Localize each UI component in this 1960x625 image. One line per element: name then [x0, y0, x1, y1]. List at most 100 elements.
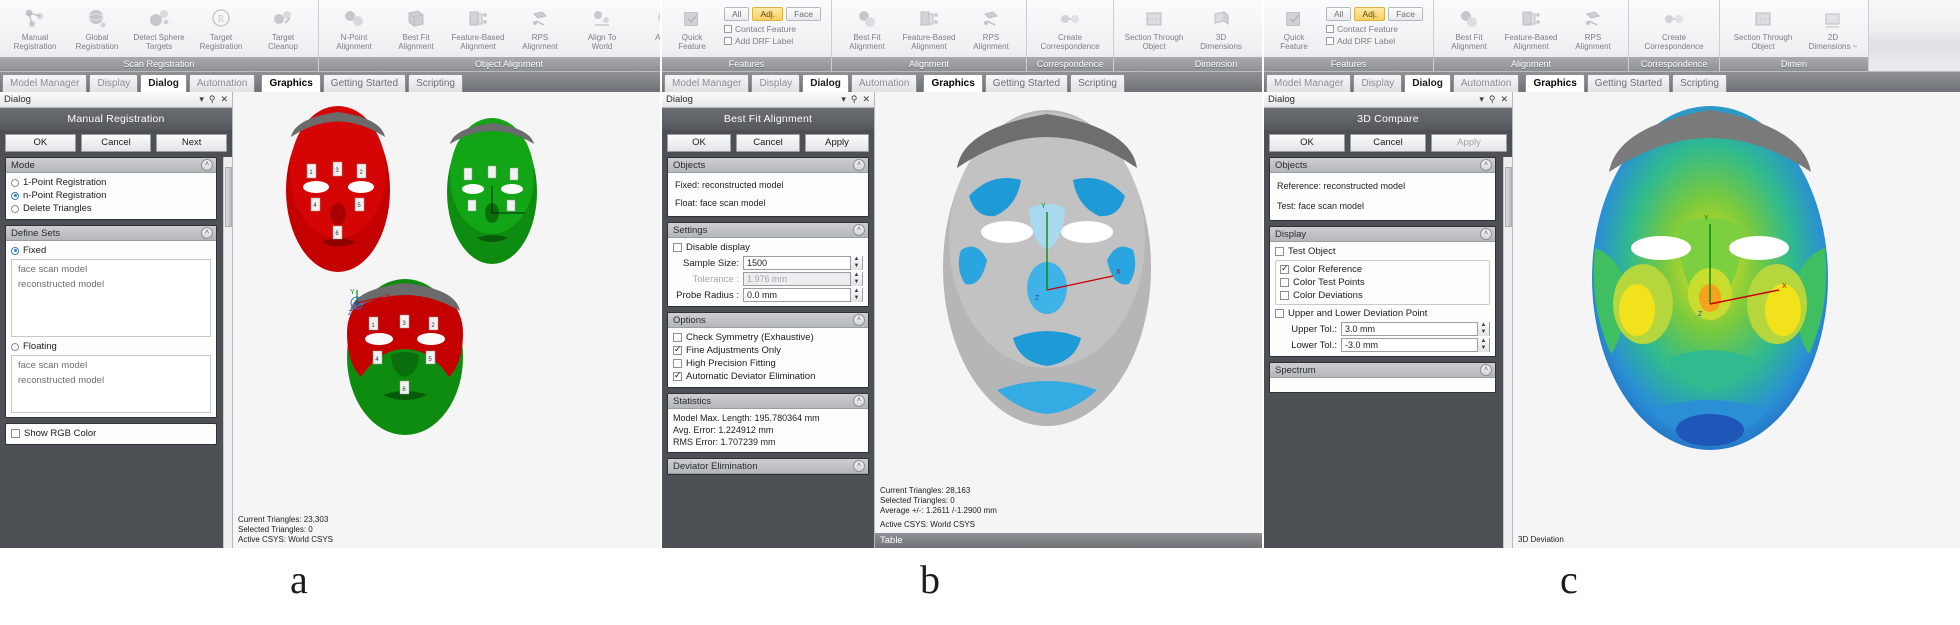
floating-set-listbox[interactable]: face scan model reconstructed model [11, 355, 211, 413]
group-header-objects[interactable]: Objects ˄ [668, 158, 868, 173]
tab-scripting[interactable]: Scripting [1070, 74, 1125, 92]
collapse-icon[interactable]: ˄ [853, 460, 865, 472]
ribbon-button-section-through-object[interactable]: Section Through Object [1724, 3, 1802, 51]
tab-automation[interactable]: Automation [850, 74, 918, 92]
collapse-icon[interactable]: ˄ [1480, 228, 1492, 240]
radio-delete-triangles[interactable]: Delete Triangles [11, 202, 211, 215]
ribbon-button-feature-based-alignment[interactable]: Feature-Based Alignment [898, 3, 960, 51]
ok-button[interactable]: OK [1269, 134, 1345, 152]
sample-size-input[interactable]: 1500 ▲ ▼ [743, 256, 863, 270]
ribbon-button-best-fit-alignment[interactable]: Best Fit Alignment [385, 3, 447, 51]
ribbon-button-create-correspondence[interactable]: Create Correspondence [1031, 3, 1109, 51]
close-icon[interactable]: ✕ [862, 95, 870, 104]
tab-automation[interactable]: Automation [188, 74, 256, 92]
tab-display[interactable]: Display [751, 74, 801, 92]
tab-scripting[interactable]: Scripting [1672, 74, 1727, 92]
collapse-icon[interactable]: ˄ [201, 227, 213, 239]
radio-1-point-registration[interactable]: 1-Point Registration [11, 176, 211, 189]
ribbon-button-global-registration[interactable]: Global Registration [66, 3, 128, 51]
tab-dialog[interactable]: Dialog [140, 74, 187, 92]
graphics-pane-b[interactable]: Y X Z Current Triangles: 28,163 Selected… [874, 92, 1262, 548]
group-header-settings[interactable]: Settings ˄ [668, 223, 868, 238]
ribbon-button-3d-dimensions[interactable]: 3D Dimensions [1190, 3, 1252, 51]
spinner-arrows[interactable]: ▲ ▼ [850, 272, 862, 286]
radio-fixed-set[interactable]: Fixed [11, 244, 211, 257]
group-header-objects[interactable]: Objects ˄ [1270, 158, 1495, 173]
group-header-spectrum[interactable]: Spectrum ˄ [1270, 363, 1495, 378]
checkbox-color-reference[interactable]: Color Reference [1280, 263, 1485, 276]
filter-all-button[interactable]: All [1326, 7, 1352, 21]
group-header-mode[interactable]: Mode ˄ [6, 158, 216, 173]
ribbon-button-create-correspondence[interactable]: Create Correspondence [1633, 3, 1715, 51]
group-header-options[interactable]: Options ˄ [668, 313, 868, 328]
ribbon-button-n-point-alignment[interactable]: N-Point Alignment [323, 3, 385, 51]
collapse-icon[interactable]: ˄ [853, 159, 865, 171]
graphics-pane-c[interactable]: Y X Z 3D Deviation [1512, 92, 1960, 548]
ribbon-button-best-fit-alignment[interactable]: Best Fit Alignment [836, 3, 898, 51]
tab-getting-started[interactable]: Getting Started [322, 74, 407, 92]
tab-automation[interactable]: Automation [1452, 74, 1520, 92]
radio-n-point-registration[interactable]: n-Point Registration [11, 189, 211, 202]
ribbon-button-2d-dimensions[interactable]: 2DDimensions [1252, 3, 1262, 51]
collapse-icon[interactable]: ˄ [1480, 364, 1492, 376]
checkbox-color-deviations[interactable]: Color Deviations [1280, 289, 1485, 302]
ok-button[interactable]: OK [667, 134, 731, 152]
apply-button[interactable]: Apply [1431, 134, 1507, 152]
list-item[interactable]: face scan model [12, 358, 210, 373]
tab-graphics[interactable]: Graphics [261, 74, 321, 92]
ribbon-button-feature-based-alignment[interactable]: Feature-Based Alignment [447, 3, 509, 51]
list-item[interactable]: reconstructed model [12, 277, 210, 292]
chevron-down-icon[interactable]: ▾ [1479, 95, 1484, 104]
ribbon-button-rps-alignment[interactable]: RPS Alignment [1562, 3, 1624, 51]
dialog-scrollbar[interactable] [223, 157, 232, 548]
close-icon[interactable]: ✕ [220, 95, 228, 104]
collapse-icon[interactable]: ˄ [853, 314, 865, 326]
checkbox-show-rgb-color[interactable]: Show RGB Color [11, 427, 211, 440]
list-item[interactable]: reconstructed model [12, 373, 210, 388]
spinner-arrows[interactable]: ▲ ▼ [850, 256, 862, 270]
tab-dialog[interactable]: Dialog [1404, 74, 1451, 92]
checkbox-add-drf-label[interactable]: Add DRF Label [724, 36, 821, 46]
collapse-icon[interactable]: ˄ [853, 395, 865, 407]
ribbon-button-rps-alignment[interactable]: RPS Alignment [960, 3, 1022, 51]
ribbon-button-rps-alignment[interactable]: RPS Alignment [509, 3, 571, 51]
cancel-button[interactable]: Cancel [1350, 134, 1426, 152]
table-tab-b[interactable]: Table [875, 533, 1262, 548]
group-header-deviator-elimination[interactable]: Deviator Elimination ˄ [668, 459, 868, 474]
ribbon-button-manual-registration[interactable]: Manual Registration [4, 3, 66, 51]
tab-graphics[interactable]: Graphics [1525, 74, 1585, 92]
spinner-arrows[interactable]: ▲ ▼ [1477, 322, 1489, 336]
scrollbar-thumb[interactable] [225, 167, 232, 227]
tab-scripting[interactable]: Scripting [408, 74, 463, 92]
ribbon-button-quick-feature[interactable]: Quick Feature [666, 3, 718, 51]
ribbon-button-align[interactable]: Align [633, 3, 660, 42]
ribbon-button-target-registration[interactable]: R Target Registration [190, 3, 252, 51]
ribbon-button-feature-based-alignment[interactable]: Feature-Based Alignment [1500, 3, 1562, 51]
tab-display[interactable]: Display [1353, 74, 1403, 92]
checkbox-test-object[interactable]: Test Object [1275, 245, 1490, 258]
list-item[interactable]: face scan model [12, 262, 210, 277]
ribbon-button-section-through-object[interactable]: Section Through Object [1118, 3, 1190, 51]
upper-tol-input[interactable]: 3.0 mm ▲ ▼ [1341, 322, 1490, 336]
checkbox-automatic-deviator-elimination[interactable]: Automatic Deviator Elimination [673, 370, 863, 383]
ribbon-button-detect-sphere-targets[interactable]: Detect Sphere Targets [128, 3, 190, 51]
cancel-button[interactable]: Cancel [736, 134, 800, 152]
tab-model-manager[interactable]: Model Manager [1266, 74, 1352, 92]
tab-model-manager[interactable]: Model Manager [2, 74, 88, 92]
chevron-down-icon[interactable]: ▾ [841, 95, 846, 104]
ok-button[interactable]: OK [5, 134, 76, 152]
apply-button[interactable]: Apply [805, 134, 869, 152]
tab-getting-started[interactable]: Getting Started [984, 74, 1069, 92]
lower-tol-input[interactable]: -3.0 mm ▲ ▼ [1341, 338, 1490, 352]
pin-icon[interactable]: ⚲ [1489, 95, 1496, 104]
radio-floating-set[interactable]: Floating [11, 340, 211, 353]
fixed-set-listbox[interactable]: face scan model reconstructed model [11, 259, 211, 337]
filter-adj-button[interactable]: Adj. [752, 7, 784, 21]
tolerance-input[interactable]: 1.976 mm ▲ ▼ [743, 272, 863, 286]
filter-face-button[interactable]: Face [1388, 7, 1424, 21]
probe-radius-input[interactable]: 0.0 mm ▲ ▼ [743, 288, 863, 302]
chevron-down-icon[interactable]: ▾ [199, 95, 204, 104]
pin-icon[interactable]: ⚲ [851, 95, 858, 104]
dialog-scrollbar[interactable] [1503, 157, 1512, 548]
cancel-button[interactable]: Cancel [80, 134, 152, 152]
